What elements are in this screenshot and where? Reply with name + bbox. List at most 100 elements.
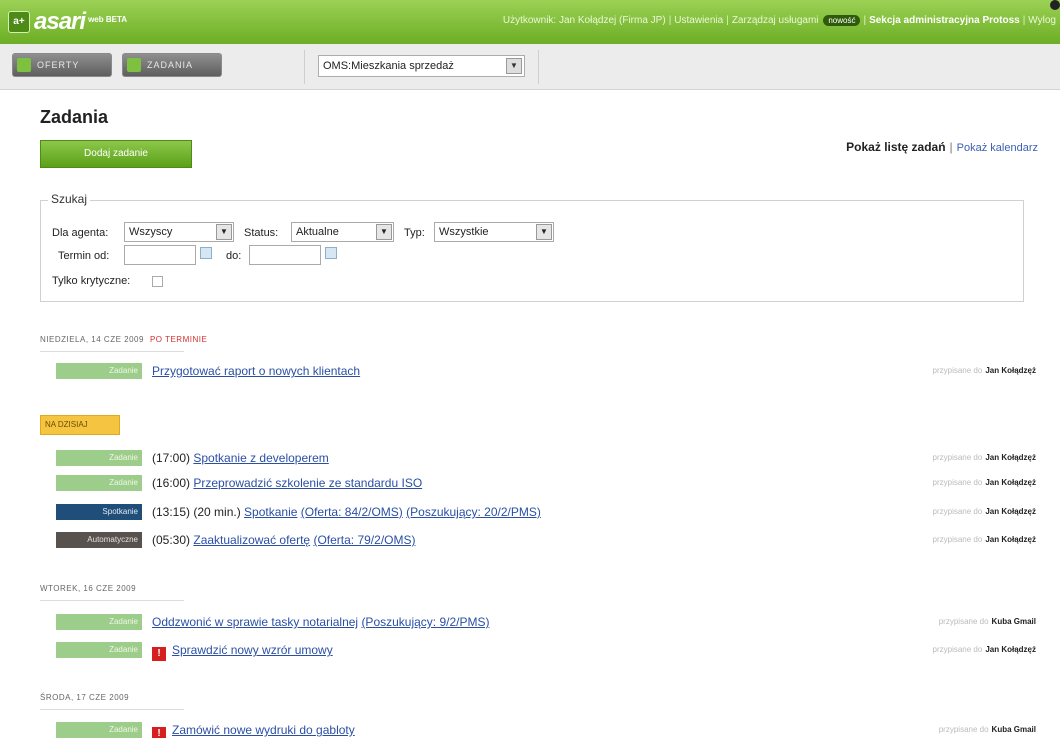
task-title-link[interactable]: Przygotować raport o nowych klientach	[152, 364, 360, 378]
top-nav: Użytkownik: Jan Kołądzej (Firma JP) | Usta…	[502, 15, 1056, 26]
add-task-button[interactable]: Dodaj zadanie	[40, 140, 192, 168]
task-assignment: przypisane do Jan Kołądzęż	[933, 530, 1037, 550]
tasks-label: ZADANIA	[147, 60, 194, 70]
toolbar-divider	[538, 50, 539, 84]
context-select[interactable]: OMS:Mieszkania sprzedaż ▼	[318, 55, 525, 77]
agent-select-value: Wszyscy	[129, 226, 173, 238]
settings-link[interactable]: Ustawienia	[674, 15, 723, 26]
task-title-link[interactable]: Zaaktualizować ofertę	[193, 533, 310, 547]
task-assignment: przypisane do Jan Kołądzęż	[933, 361, 1037, 381]
task-type-tag: Zadanie	[56, 363, 142, 379]
task-text: (17:00) Spotkanie z developerem	[152, 448, 329, 468]
task-assignment: przypisane do Kuba Gmail	[939, 612, 1036, 632]
task-assignment: przypisane do Jan Kołądzęż	[933, 640, 1037, 660]
logout-link[interactable]: Wylog	[1028, 15, 1056, 26]
chevron-down-icon[interactable]: ▼	[216, 224, 232, 240]
chevron-down-icon[interactable]: ▼	[506, 58, 522, 74]
task-text: ! Sprawdzić nowy wzrór umowy	[152, 640, 333, 661]
logo-text: asari	[34, 8, 86, 35]
task-time: (05:30)	[152, 533, 191, 547]
task-title-link[interactable]: Przeprowadzić szkolenie ze standardu ISO	[193, 476, 422, 490]
task-title-link[interactable]: Zamówić nowe wydruki do gabloty	[172, 723, 355, 737]
tasks-module-button[interactable]: ZADANIA	[122, 53, 222, 77]
assigned-prefix: przypisane do	[932, 535, 983, 544]
assigned-prefix: przypisane do	[932, 366, 983, 375]
chevron-down-icon[interactable]: ▼	[376, 224, 392, 240]
new-badge: nowość	[823, 15, 861, 26]
agent-select[interactable]: Wszyscy ▼	[124, 222, 234, 242]
app-logo[interactable]: a+ asari web BETA	[8, 8, 127, 36]
day-heading-date: ŚRODA, 17 CZE 2009	[40, 693, 130, 702]
offers-icon	[17, 58, 31, 72]
assigned-prefix: przypisane do	[932, 453, 983, 462]
tasks-icon	[127, 58, 141, 72]
task-type-tag: Zadanie	[56, 614, 142, 630]
task-title-link[interactable]: Sprawdzić nowy wzrór umowy	[172, 643, 333, 657]
status-label: Status:	[244, 227, 279, 239]
task-row: Zadanie (17:00) Spotkanie z developerem …	[56, 448, 1036, 468]
task-type-tag: Zadanie	[56, 642, 142, 658]
agent-label: Dla agenta:	[52, 227, 109, 239]
task-text: ! Zamówić nowe wydruki do gabloty	[152, 720, 355, 738]
offer-link[interactable]: (Oferta: 79/2/OMS)	[313, 533, 415, 547]
day-divider	[40, 709, 184, 710]
show-list-link[interactable]: Pokaż listę zadań	[846, 140, 945, 154]
task-type-tag: Zadanie	[56, 722, 142, 738]
task-time: (16:00)	[152, 476, 191, 490]
task-title-link[interactable]: Spotkanie z developerem	[193, 451, 328, 465]
status-select-value: Aktualne	[296, 226, 339, 238]
task-text: Przygotować raport o nowych klientach	[152, 361, 360, 381]
calendar-icon[interactable]	[200, 247, 212, 259]
task-row: Zadanie ! Sprawdzić nowy wzrór umowy przy…	[56, 640, 1037, 661]
chevron-down-icon[interactable]: ▼	[536, 224, 552, 240]
assigned-prefix: przypisane do	[932, 507, 983, 516]
calendar-icon[interactable]	[325, 247, 337, 259]
assigned-prefix: przypisane do	[932, 645, 983, 654]
page-title: Zadania	[40, 107, 109, 127]
seeker-link[interactable]: (Poszukujący: 9/2/PMS)	[361, 615, 489, 629]
manage-services-link[interactable]: Zarządzaj usługami	[732, 15, 819, 26]
day-divider	[40, 600, 184, 601]
user-info: Użytkownik: Jan Kołądzej (Firma JP)	[502, 15, 666, 26]
seeker-link[interactable]: (Poszukujący: 20/2/PMS)	[406, 505, 541, 519]
critical-icon: !	[152, 647, 166, 661]
assignee-name: Jan Kołądzęż	[985, 478, 1036, 487]
window-corner-icon	[1050, 0, 1060, 10]
task-title-link[interactable]: Oddzwonić w sprawie tasky notarialnej	[152, 615, 358, 629]
task-text: Oddzwonić w sprawie tasky notarialnej (P…	[152, 612, 489, 632]
task-row: Automatyczne (05:30) Zaaktualizować ofer…	[56, 530, 1036, 550]
task-type-tag: Zadanie	[56, 450, 142, 466]
date-to-input[interactable]	[249, 245, 321, 265]
task-time: (17:00)	[152, 451, 191, 465]
type-select[interactable]: Wszystkie ▼	[434, 222, 554, 242]
assigned-prefix: przypisane do	[932, 478, 983, 487]
logo-sup: web BETA	[88, 15, 128, 24]
offer-link[interactable]: (Oferta: 84/2/OMS)	[301, 505, 403, 519]
critical-only-checkbox[interactable]	[152, 276, 163, 287]
task-text: (05:30) Zaaktualizować ofertę (Oferta: 7…	[152, 530, 415, 550]
search-legend: Szukaj	[48, 192, 91, 206]
assignee-name: Kuba Gmail	[991, 617, 1036, 626]
day-heading-date: NIEDZIELA, 14 CZE 2009	[40, 335, 144, 344]
task-row: Zadanie ! Zamówić nowe wydruki do gabloty…	[56, 720, 1036, 738]
day-heading-date: WTOREK, 16 CZE 2009	[40, 584, 137, 593]
critical-icon: !	[152, 727, 166, 738]
date-from-input[interactable]	[124, 245, 196, 265]
task-title-link[interactable]: Spotkanie	[244, 505, 297, 519]
status-select[interactable]: Aktualne ▼	[291, 222, 394, 242]
logo-mark: a+	[8, 11, 30, 33]
offers-module-button[interactable]: OFERTY	[12, 53, 112, 77]
context-select-value: OMS:Mieszkania sprzedaż	[323, 60, 454, 72]
task-row: Spotkanie (13:15) (20 min.) Spotkanie (O…	[56, 502, 1036, 522]
day-divider	[40, 351, 184, 352]
today-badge: NA DZISIAJ	[40, 415, 120, 435]
assignee-name: Jan Kołądzęż	[985, 453, 1036, 462]
admin-section-link[interactable]: Sekcja administracyjna Protoss	[869, 15, 1020, 26]
task-row: Zadanie Przygotować raport o nowych klie…	[56, 361, 1036, 381]
top-bar: a+ asari web BETA Użytkownik: Jan Kołądz…	[0, 0, 1060, 44]
assigned-prefix: przypisane do	[938, 617, 989, 626]
task-type-tag: Spotkanie	[56, 504, 142, 520]
show-calendar-link[interactable]: Pokaż kalendarz	[957, 142, 1038, 154]
assigned-prefix: przypisane do	[938, 725, 989, 734]
task-time: (13:15) (20 min.)	[152, 505, 241, 519]
